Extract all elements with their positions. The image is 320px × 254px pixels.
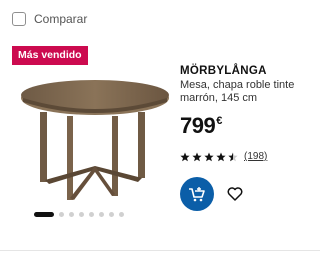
product-rating[interactable]: (198) bbox=[180, 151, 267, 162]
carousel-dot[interactable] bbox=[99, 212, 104, 217]
review-count-link[interactable]: (198) bbox=[244, 151, 267, 162]
carousel-dot[interactable] bbox=[69, 212, 74, 217]
carousel-dot[interactable] bbox=[79, 212, 84, 217]
card-divider bbox=[0, 250, 320, 251]
star-full-icon bbox=[216, 152, 226, 161]
product-name[interactable]: MÖRBYLÅNGA bbox=[180, 65, 318, 77]
carousel-dot[interactable] bbox=[109, 212, 114, 217]
cart-add-icon bbox=[189, 187, 205, 202]
compare-toggle[interactable]: Comparar bbox=[12, 12, 87, 26]
carousel-dot[interactable] bbox=[59, 212, 64, 217]
rating-stars bbox=[180, 152, 238, 162]
add-to-cart-button[interactable] bbox=[180, 177, 214, 211]
star-full-icon bbox=[192, 152, 202, 161]
product-description: Mesa, chapa roble tinte marrón, 145 cm bbox=[180, 79, 295, 104]
carousel-dot[interactable] bbox=[119, 212, 124, 217]
price-value: 799 bbox=[180, 113, 216, 138]
carousel-dot[interactable] bbox=[89, 212, 94, 217]
product-image[interactable] bbox=[20, 78, 170, 202]
compare-label: Comparar bbox=[34, 12, 88, 26]
compare-checkbox[interactable] bbox=[12, 12, 26, 26]
carousel-indicator bbox=[34, 212, 124, 217]
product-info: MÖRBYLÅNGA Mesa, chapa roble tinte marró… bbox=[180, 65, 318, 139]
carousel-dot[interactable] bbox=[34, 212, 54, 217]
star-full-icon bbox=[204, 152, 214, 161]
heart-icon bbox=[227, 187, 243, 201]
star-full-icon bbox=[180, 152, 190, 161]
star-half-icon bbox=[228, 152, 238, 161]
favorite-button[interactable] bbox=[225, 184, 245, 204]
price-currency: € bbox=[216, 115, 222, 127]
bestseller-badge: Más vendido bbox=[12, 46, 88, 65]
product-price: 799 € bbox=[180, 113, 318, 139]
